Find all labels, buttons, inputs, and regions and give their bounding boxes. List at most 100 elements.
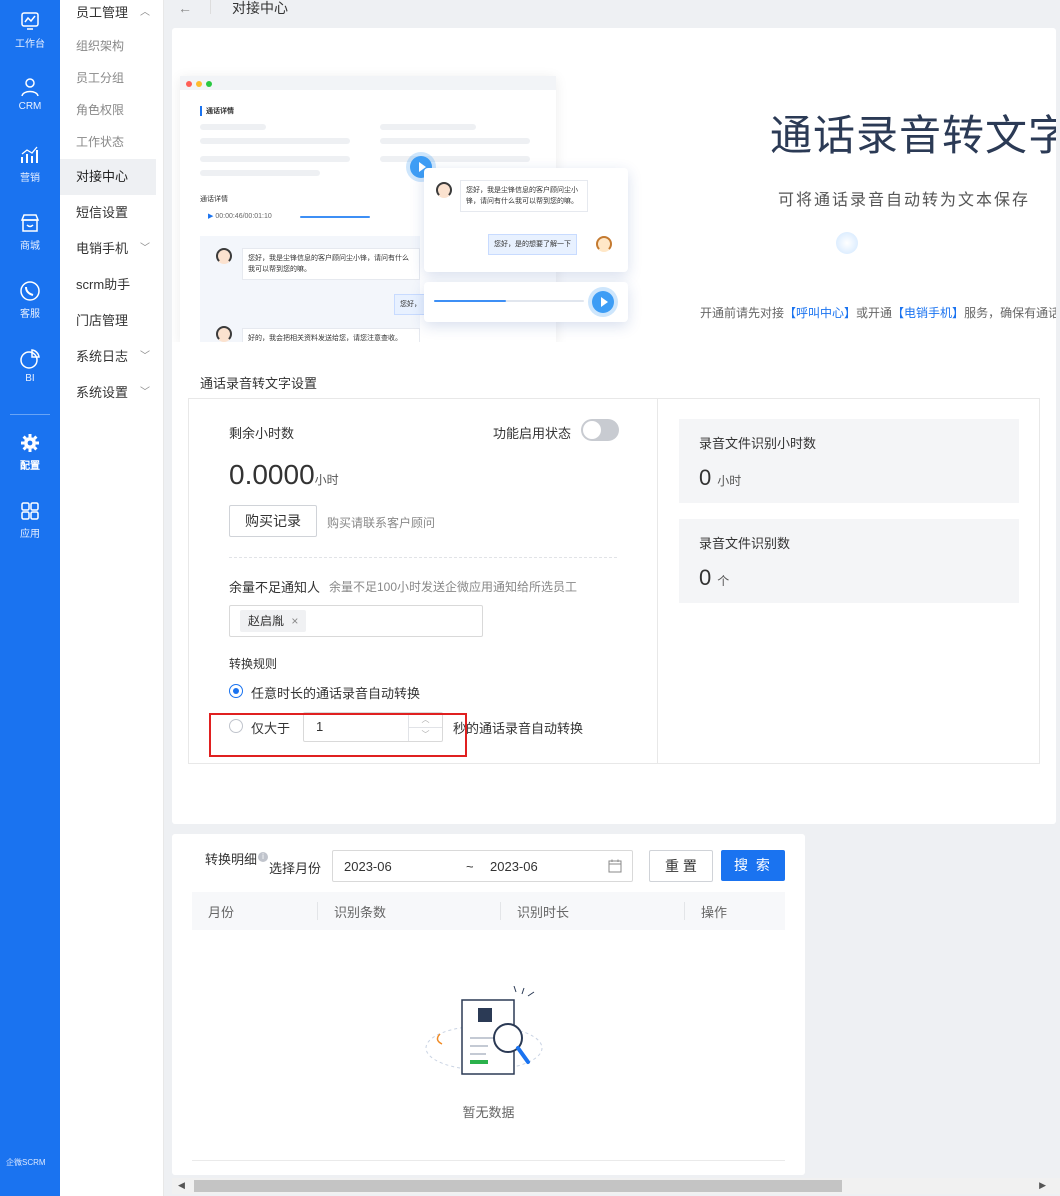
rail-item-config[interactable]: 配置 (0, 432, 60, 472)
range-separator: ~ (466, 859, 474, 874)
notify-recipient-select[interactable]: 赵启胤 × (229, 605, 483, 637)
recipient-tag: 赵启胤 × (240, 610, 307, 632)
table-bottom-border (192, 1160, 785, 1161)
remaining-unit: 小时 (314, 473, 339, 487)
window-dot (196, 81, 202, 87)
avatar-agent (216, 248, 232, 264)
stat-number: 0 (699, 565, 712, 590)
call-center-link[interactable]: 【呼叫中心】 (784, 306, 856, 320)
close-icon[interactable]: × (291, 614, 298, 628)
feature-toggle[interactable] (581, 419, 619, 441)
purchase-records-button[interactable]: 购买记录 (229, 505, 317, 537)
mock-bubble: 好的，我会把相关资料发送给您，请您注意查收。 (242, 328, 420, 342)
note-text: 或开通 (856, 306, 893, 320)
subnav-group-staff[interactable]: 员工管理 ︿ (60, 0, 156, 31)
scroll-left-icon[interactable]: ◀ (178, 1180, 185, 1191)
window-dot (186, 81, 192, 87)
stat-unit: 小时 (717, 474, 742, 488)
phone-chat-icon (20, 281, 40, 301)
horizontal-scrollbar[interactable]: ◀ ▶ (172, 1178, 1060, 1194)
mock-popup-player (424, 282, 628, 322)
chevron-down-icon: ﹀ (140, 243, 150, 254)
sub-navigation: 员工管理 ︿ 组织架构 员工分组 角色权限 工作状态 对接中心 短信设置 电销手机… (60, 0, 164, 1196)
chevron-up-icon: ︿ (140, 7, 150, 18)
subnav-item-sms[interactable]: 短信设置 (60, 195, 156, 231)
stat-value: 0个 (699, 565, 729, 591)
mock-line (200, 156, 350, 162)
avatar-agent (216, 326, 232, 342)
rail-item-service[interactable]: 客服 (0, 280, 60, 320)
rail-item-bi[interactable]: BI (0, 348, 60, 384)
note-text: 服务，确保有通话 (964, 306, 1056, 320)
gear-icon (21, 434, 39, 452)
rule-label: 转换规则 (229, 657, 278, 671)
rail-item-marketing[interactable]: 营销 (0, 144, 60, 184)
mock-popup-chat: 您好，我是尘锋信息的客户顾问尘小锋，请问有什么我可以帮到您的嘛。 您好，是的想要… (424, 168, 628, 272)
subnav-item-roles[interactable]: 角色权限 (60, 92, 156, 128)
rail-label: 工作台 (15, 39, 45, 50)
mock-bubble: 您好，是的想要了解一下 (488, 234, 577, 255)
empty-state-illustration (425, 986, 543, 1075)
remaining-label: 剩余小时数 (229, 426, 295, 441)
subnav-item-system-settings[interactable]: 系统设置 ﹀ (60, 375, 156, 411)
subnav-item-phone[interactable]: 电销手机 ﹀ (60, 231, 156, 267)
section-title: 通话录音转文字设置 (200, 376, 318, 391)
left-rail: 工作台 CRM 营销 商城 客服 BI 配置 应用 企微SCRM (0, 0, 60, 1196)
mock-bubble: 您好，我是尘锋信息的客户顾问尘小锋，请问有什么我可以帮到您的嘛。 (242, 248, 420, 280)
reset-button[interactable]: 重 置 (649, 850, 713, 882)
top-bar: ← 对接中心 (164, 0, 1060, 20)
rail-label: 营销 (20, 173, 40, 184)
column-divider (317, 902, 318, 920)
subnav-item-integration[interactable]: 对接中心 (60, 159, 156, 195)
info-icon[interactable]: i (258, 852, 268, 862)
rail-label: BI (25, 373, 35, 384)
rail-item-workbench[interactable]: 工作台 (0, 10, 60, 50)
subnav-item-work-status[interactable]: 工作状态 (60, 124, 156, 160)
mock-heading: 通话详情 (200, 106, 234, 116)
empty-state-text: 暂无数据 (462, 1105, 515, 1120)
back-arrow-icon[interactable]: ← (178, 0, 192, 16)
mock-track-fill (434, 300, 506, 302)
scrollbar-thumb[interactable] (194, 1180, 842, 1192)
subnav-item-store[interactable]: 门店管理 (60, 303, 156, 339)
note-text: 开通前请先对接 (700, 306, 785, 320)
rail-item-crm[interactable]: CRM (0, 76, 60, 112)
column-duration: 识别时长 (517, 905, 570, 920)
dashboard-icon (21, 12, 39, 30)
start-month: 2023-06 (344, 859, 392, 874)
search-button[interactable]: 搜 索 (721, 850, 785, 881)
chevron-down-icon: ﹀ (140, 387, 150, 398)
rule-any-label: 任意时长的通话录音自动转换 (251, 686, 421, 701)
rail-item-mall[interactable]: 商城 (0, 212, 60, 252)
divider (210, 0, 211, 14)
switch-label: 功能启用状态 (493, 426, 572, 441)
mock-bubble: 您好， (394, 294, 427, 315)
sales-phone-link[interactable]: 【电销手机】 (892, 306, 964, 320)
subnav-item-groups[interactable]: 员工分组 (60, 60, 156, 96)
month-label: 选择月份 (269, 861, 322, 876)
month-range-picker[interactable]: 2023-06 ~ 2023-06 (332, 850, 633, 882)
scroll-right-icon[interactable]: ▶ (1039, 1180, 1046, 1191)
store-icon (20, 214, 40, 232)
dashed-divider (229, 557, 617, 558)
stat-hours-card: 录音文件识别小时数 0 小时 (679, 419, 1019, 503)
hero-banner: 通话详情 通话详情 ▶ 00:00:46/00:01:10 您好，我是尘锋信息的… (172, 28, 1056, 342)
hero-note: 开通前请先对接【呼叫中心】或开通【电销手机】服务，确保有通话 (700, 304, 1056, 321)
notify-label: 余量不足通知人 (229, 580, 321, 595)
stat-unit: 个 (717, 574, 730, 588)
subnav-item-logs[interactable]: 系统日志 ﹀ (60, 339, 156, 375)
mock-line (200, 124, 266, 130)
rail-label: 商城 (20, 241, 40, 252)
mini-play-icon: ▶ (208, 213, 214, 220)
subnav-item-scrm-assistant[interactable]: scrm助手 (60, 267, 156, 303)
rail-label: 配置 (20, 461, 40, 472)
column-divider (684, 902, 685, 920)
play-icon (592, 291, 614, 313)
rail-item-apps[interactable]: 应用 (0, 500, 60, 540)
brand-logo: 企微SCRM (6, 1158, 46, 1167)
subnav-item-org[interactable]: 组织架构 (60, 28, 156, 64)
decorative-dot (836, 232, 858, 254)
mock-line (200, 138, 350, 144)
rule-any-radio[interactable] (229, 684, 243, 698)
rail-label: CRM (18, 101, 42, 112)
